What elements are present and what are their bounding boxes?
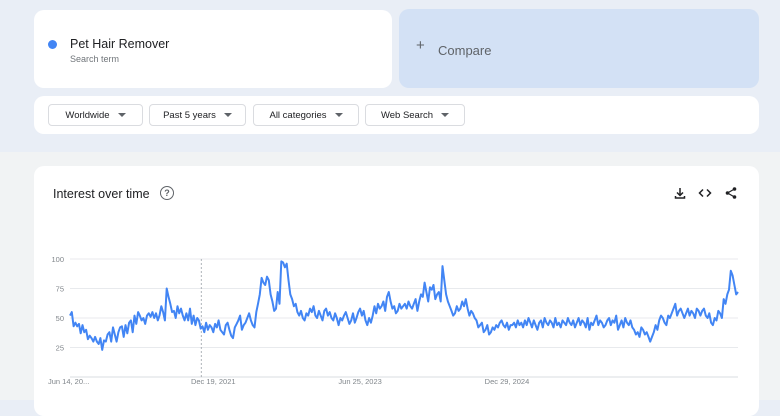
x-tick-label: Dec 29, 2024 [485,377,530,386]
y-tick-label: 100 [51,255,64,264]
x-tick-label: Dec 19, 2021 [191,377,236,386]
caret-down-icon [334,113,343,117]
y-tick-label: 25 [56,344,64,353]
search-type-dropdown-label: Web Search [380,109,434,121]
search-term-subtitle: Search term [70,54,120,64]
x-tick-label: Jun 14, 20... [48,377,89,386]
caret-down-icon [441,113,450,117]
y-tick-label: 75 [56,285,64,294]
interest-over-time-card: Interest over time ? 25 50 75 100 Jun 14, 20… [34,166,759,416]
caret-down-icon [223,113,232,117]
plus-icon: + [416,37,425,54]
search-type-dropdown[interactable]: Web Search [365,104,465,126]
search-term-name[interactable]: Pet Hair Remover [70,37,169,51]
filter-bar: Worldwide Past 5 years All categories We… [34,96,759,134]
caret-down-icon [117,113,126,117]
region-dropdown[interactable]: Worldwide [48,104,143,126]
category-dropdown-label: All categories [269,109,327,121]
region-dropdown-label: Worldwide [65,109,110,121]
series-line-pet-hair-remover [69,260,739,351]
time-range-dropdown-label: Past 5 years [163,109,216,121]
time-range-dropdown[interactable]: Past 5 years [149,104,246,126]
line-chart: 25 50 75 100 Jun 14, 20... Dec 19, 2021 Jun 25… [48,255,739,386]
series-color-dot [48,40,57,49]
x-tick-label: Jun 25, 2023 [338,377,381,386]
compare-button[interactable]: + Compare [399,9,759,88]
category-dropdown[interactable]: All categories [253,104,359,126]
y-tick-label: 50 [56,314,64,323]
search-term-card[interactable]: Pet Hair Remover Search term [34,10,392,88]
compare-label: Compare [438,43,492,58]
